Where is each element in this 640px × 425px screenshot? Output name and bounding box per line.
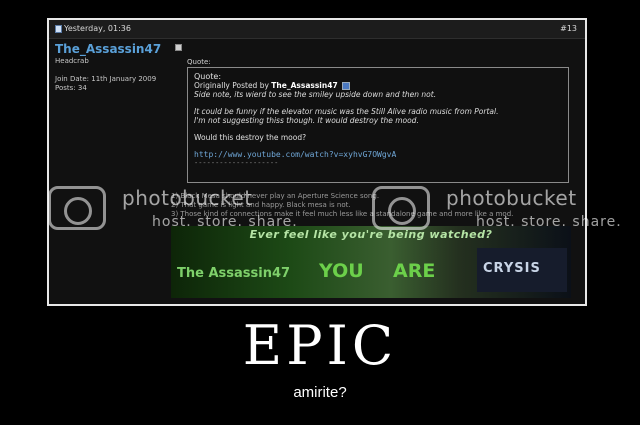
quote-line-1: Side note, its wierd to see the smiley u… xyxy=(194,90,437,99)
quote-box: Quote: Originally Posted by The_Assassin… xyxy=(187,67,569,183)
banner-word-are: ARE xyxy=(393,260,436,282)
user-title: Headcrab xyxy=(55,57,89,65)
banner-word-you: YOU xyxy=(319,260,364,282)
join-date: Join Date: 11th January 2009 xyxy=(55,75,157,83)
quote-line-3: I'm not suggesting thiss though. It woul… xyxy=(194,116,419,125)
quote-question: Would this destroy the mood? xyxy=(194,133,307,142)
post-header: Yesterday, 01:36 #13 xyxy=(49,20,585,39)
post-date: Yesterday, 01:36 xyxy=(64,24,131,33)
camera-icon xyxy=(372,186,430,230)
signature-banner: Ever feel like you're being watched? The… xyxy=(171,226,571,298)
forum-post-screenshot: Yesterday, 01:36 #13 The_Assassin47 Head… xyxy=(47,18,587,306)
poster-title: EPIC xyxy=(242,314,398,377)
quote-author[interactable]: The_Assassin47 xyxy=(271,81,337,90)
post-number[interactable]: #13 xyxy=(560,24,577,33)
youtube-link[interactable]: http://www.youtube.com/watch?v=xyhvG7OWg… xyxy=(194,150,562,159)
view-post-icon[interactable] xyxy=(342,82,351,90)
crysis-logo: CRYSIS xyxy=(477,248,567,292)
post-icon xyxy=(55,25,62,33)
post-count: Posts: 34 xyxy=(55,84,87,92)
banner-name: The Assassin47 xyxy=(177,266,291,281)
watermark-brand: photobucket xyxy=(122,186,253,210)
user-info: The_Assassin47 Headcrab Join Date: 11th … xyxy=(55,42,183,92)
originally-posted-label: Originally Posted by xyxy=(194,81,269,90)
nested-quote-label: Quote: xyxy=(194,72,222,81)
username-link[interactable]: The_Assassin47 xyxy=(55,42,183,56)
watermark-tagline: host. store. share. xyxy=(152,214,298,230)
watermark-brand: photobucket xyxy=(446,186,577,210)
crysis-logo-text: CRYSIS xyxy=(483,261,541,276)
quote-line-2: It could be funny if the elevator music … xyxy=(194,107,499,116)
quote-attribution: Originally Posted by The_Assassin47 xyxy=(194,81,562,90)
online-status-icon xyxy=(175,44,182,51)
signature-separator: -------------------- xyxy=(194,159,279,167)
poster-subtitle: amirite? xyxy=(293,384,347,401)
watermark-tagline: host. store. share. xyxy=(476,214,622,230)
camera-icon xyxy=(48,186,106,230)
quote-label: Quote: xyxy=(187,58,211,66)
